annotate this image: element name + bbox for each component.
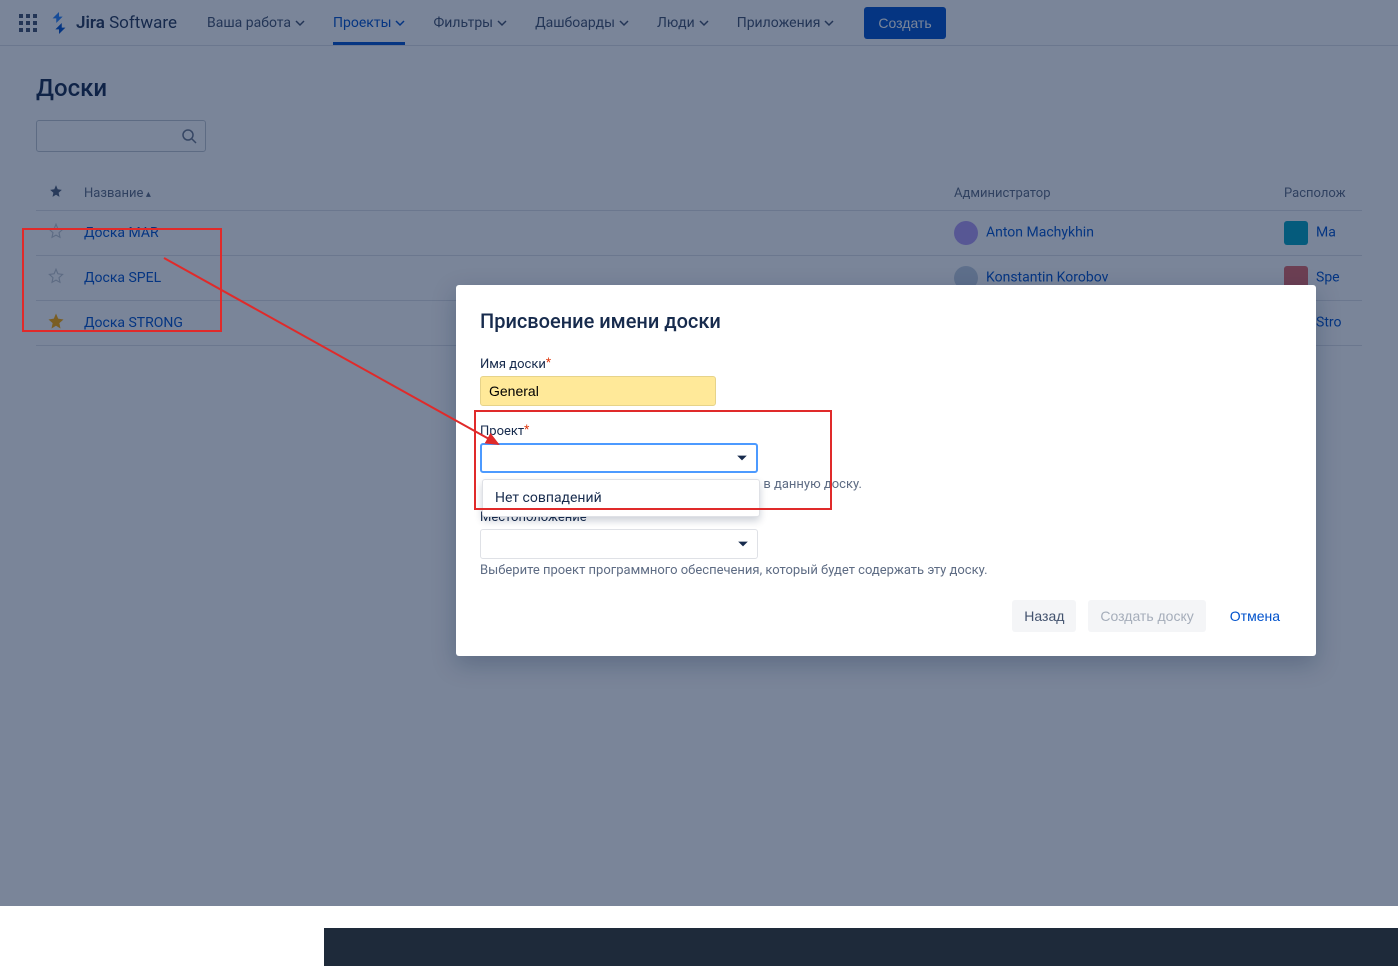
location-select[interactable]	[480, 529, 758, 559]
cancel-button[interactable]: Отмена	[1218, 600, 1292, 632]
modal-title: Присвоение имени доски	[480, 309, 1292, 333]
board-name-input[interactable]	[480, 376, 716, 406]
field-project: Проект* Нет совпадений ния в данную доск…	[480, 424, 1292, 492]
create-board-modal: Присвоение имени доски Имя доски* Проект…	[456, 285, 1316, 656]
location-help: Выберите проект программного обеспечения…	[480, 563, 1292, 578]
chevron-down-icon	[736, 452, 748, 464]
project-label: Проект*	[480, 424, 1292, 439]
project-help-fragment: ния в данную доску.	[738, 477, 1292, 492]
os-taskbar	[0, 904, 1398, 966]
board-name-label: Имя доски*	[480, 357, 1292, 372]
field-board-name: Имя доски*	[480, 357, 1292, 406]
modal-footer: Назад Создать доску Отмена	[480, 600, 1292, 632]
project-dropdown-nomatch: Нет совпадений	[495, 490, 602, 506]
create-board-button: Создать доску	[1088, 600, 1205, 632]
project-dropdown: Нет совпадений	[482, 479, 760, 517]
back-button[interactable]: Назад	[1012, 600, 1076, 632]
chevron-down-icon	[737, 538, 749, 550]
project-select[interactable]: Нет совпадений	[480, 443, 758, 473]
field-location: Местоположение* Выберите проект программ…	[480, 510, 1292, 578]
